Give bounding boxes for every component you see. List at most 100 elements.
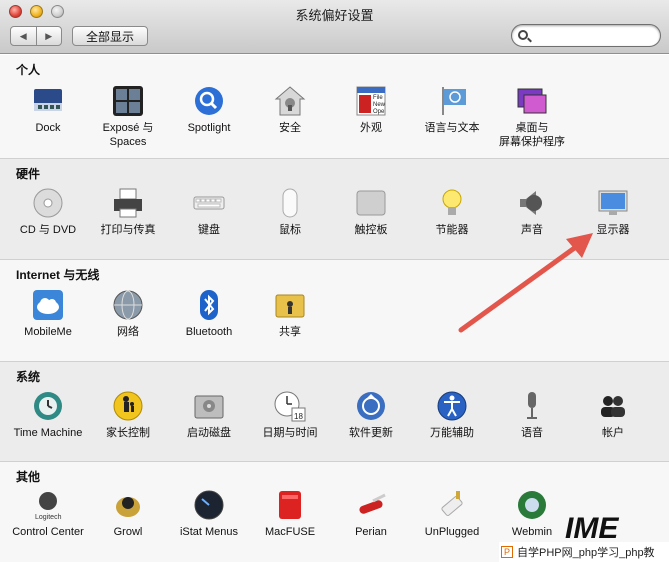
pref-time-machine[interactable]: Time Machine	[7, 390, 89, 440]
pane-label: 日期与时间	[262, 427, 318, 439]
watermark-text: 自学PHP网_php学习_php教	[517, 547, 655, 559]
pane-label: 键盘	[198, 224, 220, 236]
appearance-icon: File New Ope	[355, 85, 387, 117]
window-title: 系统偏好设置	[295, 8, 374, 23]
pane-label: 启动磁盘	[187, 427, 231, 439]
pref-network[interactable]: 网络	[87, 289, 169, 339]
dock-icon	[32, 85, 64, 117]
appearance-new-text: New	[373, 102, 386, 108]
show-all-button[interactable]: 全部显示	[72, 26, 148, 46]
search-icon	[518, 30, 528, 40]
pref-cd-dvd[interactable]: CD 与 DVD	[7, 187, 89, 237]
pref-parental-controls[interactable]: 家长控制	[87, 390, 169, 440]
printer-icon	[112, 187, 144, 219]
pref-accounts[interactable]: 帐户	[572, 390, 654, 440]
window-toolbar: 系统偏好设置 ◀ ▶ 全部显示	[0, 0, 669, 54]
back-forward-control: ◀ ▶	[10, 26, 62, 46]
cloud-icon	[32, 289, 64, 321]
pref-mobileme[interactable]: MobileMe	[7, 289, 89, 339]
istat-gauge-icon	[193, 489, 225, 521]
pane-label: MacFUSE	[264, 526, 316, 538]
pane-label: 节能器	[435, 224, 469, 236]
desktop-screensaver-icon	[516, 85, 548, 117]
section-title: 系统	[16, 370, 41, 384]
pane-label: CD 与 DVD	[19, 224, 77, 236]
pane-label: 共享	[279, 326, 301, 338]
pref-perian[interactable]: Perian	[330, 489, 412, 539]
pref-date-time[interactable]: 18 日期与时间	[249, 390, 331, 440]
pref-energy-saver[interactable]: 节能器	[411, 187, 493, 237]
pref-sharing[interactable]: 共享	[249, 289, 331, 339]
plug-icon	[436, 489, 468, 521]
pref-growl[interactable]: Growl	[87, 489, 169, 539]
pane-label: 语音	[521, 427, 543, 439]
search-input[interactable]	[532, 27, 656, 44]
section-title: 硬件	[16, 167, 41, 181]
pane-label: Control Center	[12, 526, 84, 538]
house-lock-icon	[274, 85, 306, 117]
pref-control-center[interactable]: Logitech Control Center	[7, 489, 89, 539]
pref-keyboard[interactable]: 键盘	[168, 187, 250, 237]
pane-label: 桌面与 屏幕保护程序	[499, 122, 565, 148]
globe-icon	[112, 289, 144, 321]
pane-label: Perian	[355, 526, 387, 538]
pane-label: Dock	[35, 122, 61, 134]
pref-dock[interactable]: Dock	[7, 85, 89, 135]
pane-label: 显示器	[596, 224, 630, 236]
pane-label: UnPlugged	[424, 526, 480, 538]
pref-print-fax[interactable]: 打印与传真	[87, 187, 169, 237]
pref-language-text[interactable]: 语言与文本	[411, 85, 493, 135]
pref-mouse[interactable]: 鼠标	[249, 187, 331, 237]
back-button[interactable]: ◀	[11, 27, 36, 45]
pref-startup-disk[interactable]: 启动磁盘	[168, 390, 250, 440]
parental-controls-icon	[112, 390, 144, 422]
disc-icon	[32, 187, 64, 219]
logitech-icon: Logitech	[32, 489, 64, 521]
watermark-box: P	[501, 546, 513, 558]
section-hardware: 硬件 CD 与 DVD 打印与传真 键盘 鼠标 触控板 节能器 声音 显示器	[0, 158, 669, 259]
pref-desktop-screensaver[interactable]: 桌面与 屏幕保护程序	[491, 85, 573, 149]
microphone-icon	[516, 390, 548, 422]
pane-label: 家长控制	[106, 427, 150, 439]
pane-label: 安全	[279, 122, 301, 134]
pane-label: iStat Menus	[179, 526, 239, 538]
section-personal: 个人 Dock Exposé 与 Spaces Spotlight 安全 Fil…	[0, 55, 669, 158]
section-internet-wireless: Internet 与无线 MobileMe 网络 Bluetooth 共享	[0, 259, 669, 361]
pref-speech[interactable]: 语音	[491, 390, 573, 440]
pref-macfuse[interactable]: MacFUSE	[249, 489, 331, 539]
time-machine-icon	[32, 390, 64, 422]
pref-software-update[interactable]: 软件更新	[330, 390, 412, 440]
section-title: Internet 与无线	[16, 268, 100, 282]
section-title: 个人	[16, 63, 41, 77]
mouse-icon	[274, 187, 306, 219]
pane-label: 万能辅助	[430, 427, 474, 439]
trackpad-icon	[355, 187, 387, 219]
pane-label: Spotlight	[187, 122, 231, 134]
pane-label: 网络	[117, 326, 139, 338]
pref-sound[interactable]: 声音	[491, 187, 573, 237]
macfuse-icon	[274, 489, 306, 521]
appearance-open-text: Ope	[373, 109, 385, 115]
pref-trackpad[interactable]: 触控板	[330, 187, 412, 237]
pref-displays[interactable]: 显示器	[572, 187, 654, 237]
pref-appearance[interactable]: File New Ope 外观	[330, 85, 412, 135]
pane-label: 打印与传真	[100, 224, 156, 236]
search-field[interactable]	[511, 24, 661, 47]
section-system: 系统 Time Machine 家长控制 启动磁盘 18 日期与时间 软件更新	[0, 361, 669, 461]
pref-bluetooth[interactable]: Bluetooth	[168, 289, 250, 339]
pane-label: 外观	[360, 122, 382, 134]
pref-universal-access[interactable]: 万能辅助	[411, 390, 493, 440]
pane-label: 鼠标	[279, 224, 301, 236]
speaker-icon	[516, 187, 548, 219]
pref-security[interactable]: 安全	[249, 85, 331, 135]
forward-button[interactable]: ▶	[35, 27, 62, 45]
pref-istat-menus[interactable]: iStat Menus	[168, 489, 250, 539]
clock-calendar-icon: 18	[274, 390, 306, 422]
pane-label: 声音	[521, 224, 543, 236]
pref-spotlight[interactable]: Spotlight	[168, 85, 250, 135]
sharing-folder-icon	[274, 289, 306, 321]
pref-expose-spaces[interactable]: Exposé 与 Spaces	[87, 85, 169, 149]
pref-unplugged[interactable]: UnPlugged	[411, 489, 493, 539]
spotlight-icon	[193, 85, 225, 117]
lightbulb-icon	[436, 187, 468, 219]
